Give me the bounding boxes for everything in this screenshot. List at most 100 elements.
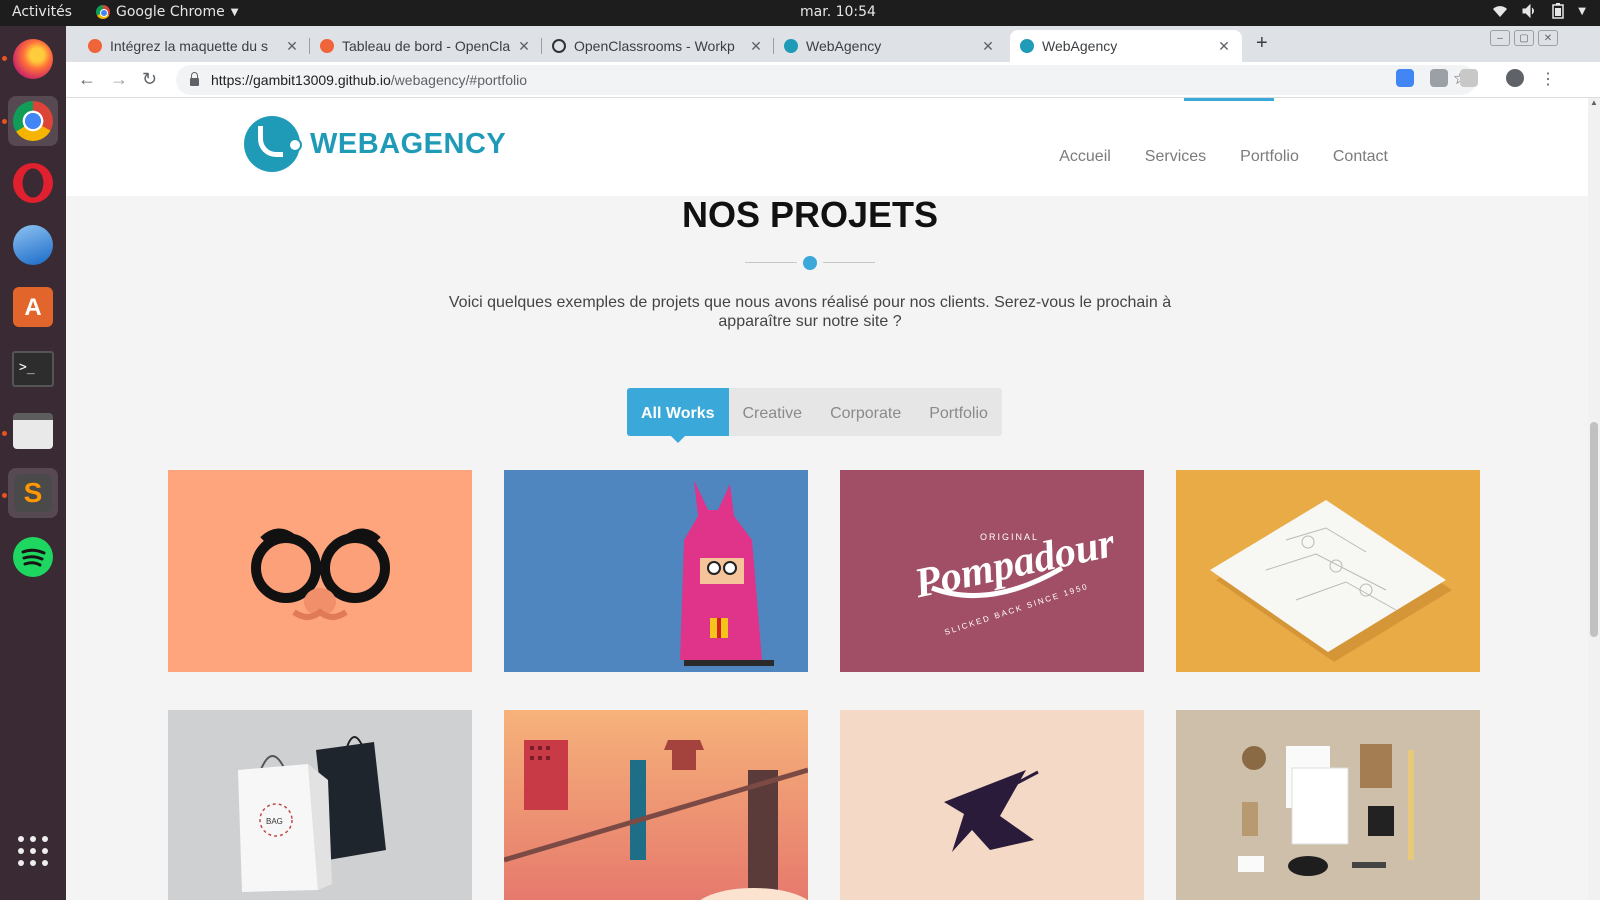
title-divider	[745, 255, 875, 271]
logo-text: WEBAGENCY	[310, 127, 507, 160]
menu-kebab-icon[interactable]: ⋮	[1540, 69, 1556, 89]
dock-thunderbird[interactable]	[8, 220, 58, 270]
workplace-favicon	[552, 39, 566, 53]
filter-portfolio[interactable]: Portfolio	[915, 388, 1002, 436]
divider-dot	[803, 256, 817, 270]
openclassrooms-favicon	[320, 39, 334, 53]
system-tray[interactable]: ▼	[1492, 3, 1586, 19]
page-scrollbar[interactable]: ▲	[1588, 98, 1600, 900]
portfolio-item-bird-logo[interactable]	[840, 710, 1144, 900]
filter-corporate[interactable]: Corporate	[816, 388, 915, 436]
profile-icon[interactable]	[1506, 69, 1524, 87]
nav-portfolio[interactable]: Portfolio	[1240, 148, 1299, 166]
portfolio-item-city[interactable]	[504, 710, 808, 900]
url-path: /webagency/#portfolio	[390, 72, 527, 88]
dock-software[interactable]: A	[8, 282, 58, 332]
opera-icon	[13, 163, 53, 203]
dock-firefox[interactable]	[8, 34, 58, 84]
chrome-window: Intégrez la maquette du s ✕ Tableau de b…	[66, 26, 1600, 900]
close-icon[interactable]: ✕	[1216, 38, 1232, 55]
portfolio-item-document[interactable]	[1176, 470, 1480, 672]
forward-button[interactable]: →	[110, 69, 128, 90]
dock-opera[interactable]	[8, 158, 58, 208]
firefox-icon	[13, 39, 53, 79]
app-menu[interactable]: Google Chrome ▼	[96, 4, 238, 20]
lock-icon	[190, 72, 199, 86]
battery-icon	[1552, 3, 1565, 19]
scrollbar-thumb[interactable]	[1590, 422, 1598, 637]
close-icon[interactable]: ✕	[284, 38, 300, 55]
intro-line-2: apparaître sur notre site ?	[718, 313, 902, 330]
close-icon[interactable]: ✕	[516, 38, 532, 55]
tab-webagency-active[interactable]: WebAgency ✕	[1010, 30, 1242, 62]
page-viewport: WEBAGENCY Accueil Services Portfolio Con…	[66, 98, 1600, 900]
tab-webagency-1[interactable]: WebAgency ✕	[774, 30, 1006, 62]
close-icon[interactable]: ✕	[980, 38, 996, 55]
filter-all-works[interactable]: All Works	[627, 388, 729, 443]
reload-button[interactable]: ↻	[142, 69, 157, 90]
bag-text: BAG	[266, 817, 283, 826]
dock-files[interactable]	[8, 406, 58, 456]
nav-contact[interactable]: Contact	[1333, 148, 1388, 166]
intro-line-1: Voici quelques exemples de projets que n…	[448, 294, 1172, 311]
grid-icon	[18, 836, 48, 866]
terminal-icon: >_	[12, 351, 54, 387]
tab-title: WebAgency	[806, 38, 882, 54]
section-title: NOS PROJETS	[681, 194, 939, 235]
maximize-button[interactable]: ▢	[1514, 30, 1534, 46]
nav-services[interactable]: Services	[1145, 148, 1206, 166]
site-logo[interactable]: WEBAGENCY	[244, 116, 506, 172]
browser-toolbar: ← → ↻ https://gambit13009.github.io/weba…	[66, 62, 1600, 98]
portfolio-item-pompadour[interactable]: ORIGINAL Pompadour SLICKED BACK SINCE 19…	[840, 470, 1144, 672]
portfolio-item-glasses[interactable]	[168, 470, 472, 672]
translate-extension-icon[interactable]	[1396, 69, 1414, 87]
dock-sublime[interactable]: S	[8, 468, 58, 518]
thunderbird-icon	[13, 225, 53, 265]
webagency-logo-icon	[244, 116, 302, 172]
dock-chrome[interactable]	[8, 96, 58, 146]
tab-openclassrooms-course[interactable]: Intégrez la maquette du s ✕	[78, 30, 310, 62]
running-indicator	[2, 431, 7, 436]
section-intro: Voici quelques exemples de projets que n…	[446, 293, 1174, 331]
scroll-up-arrow-icon[interactable]: ▲	[1590, 98, 1598, 107]
nav-active-indicator	[1184, 98, 1274, 101]
clock[interactable]: mar. 10:54	[800, 4, 876, 20]
tab-strip: Intégrez la maquette du s ✕ Tableau de b…	[66, 26, 1600, 62]
dock: A >_ S	[0, 26, 66, 900]
openclassrooms-favicon	[88, 39, 102, 53]
portfolio-filters: All Works Creative Corporate Portfolio	[627, 388, 1002, 443]
tab-title: Tableau de bord - OpenCla	[342, 38, 511, 54]
close-window-button[interactable]: ✕	[1538, 30, 1558, 46]
portfolio-item-stationery[interactable]	[1176, 710, 1480, 900]
close-icon[interactable]: ✕	[748, 38, 764, 55]
dock-terminal[interactable]: >_	[8, 344, 58, 394]
volume-icon	[1522, 4, 1535, 18]
color-picker-extension-icon[interactable]	[1430, 69, 1448, 87]
tab-title: OpenClassrooms - Workp	[574, 38, 735, 54]
webagency-favicon	[784, 39, 798, 53]
nav-accueil[interactable]: Accueil	[1059, 148, 1111, 166]
portfolio-item-bunny[interactable]	[504, 470, 808, 672]
dock-spotify[interactable]	[8, 532, 58, 582]
tab-tableau-de-bord[interactable]: Tableau de bord - OpenCla ✕	[310, 30, 542, 62]
chrome-icon	[13, 101, 53, 141]
files-icon	[13, 413, 53, 449]
running-indicator	[2, 119, 7, 124]
tab-workplace[interactable]: OpenClassrooms - Workp ✕	[542, 30, 774, 62]
wifi-icon	[1493, 6, 1508, 17]
spotify-icon	[13, 537, 53, 577]
webagency-favicon	[1020, 39, 1034, 53]
back-button[interactable]: ←	[78, 69, 96, 90]
new-tab-button[interactable]: +	[1256, 32, 1268, 55]
show-apps-button[interactable]	[8, 826, 58, 876]
address-bar[interactable]: https://gambit13009.github.io/webagency/…	[176, 65, 1476, 95]
portfolio-item-shopping-bags[interactable]: BAG	[168, 710, 472, 900]
extension-icon[interactable]	[1460, 69, 1478, 87]
minimize-button[interactable]: –	[1490, 30, 1510, 46]
site-header: WEBAGENCY Accueil Services Portfolio Con…	[66, 98, 1588, 196]
filter-creative[interactable]: Creative	[729, 388, 817, 436]
activities-button[interactable]: Activités	[12, 4, 72, 20]
url-host: https://gambit13009.github.io	[211, 72, 391, 88]
chevron-down-icon: ▼	[1578, 5, 1586, 17]
chrome-icon	[96, 5, 110, 19]
